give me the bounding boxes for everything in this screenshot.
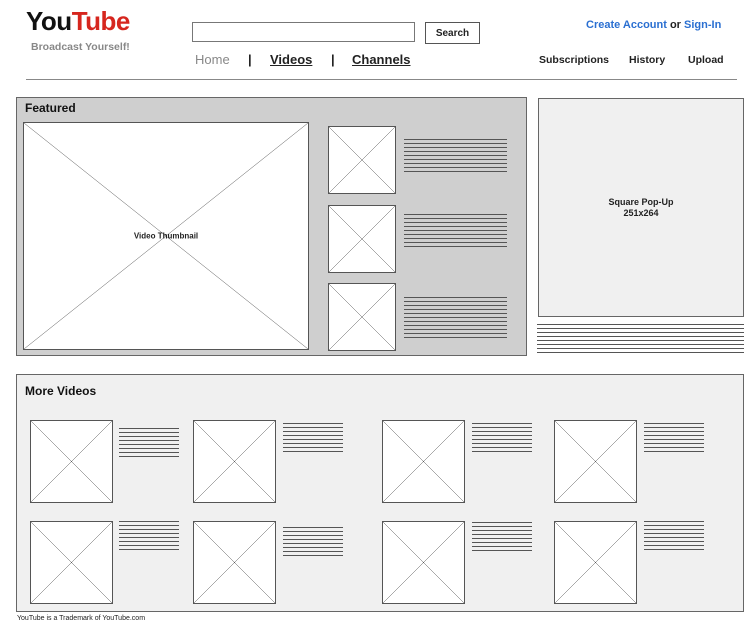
create-account-link[interactable]: Create Account [586,19,667,31]
video-thumbnail[interactable] [382,420,465,503]
search-button[interactable]: Search [425,22,480,44]
thumbnail-placeholder-icon [194,522,275,603]
account-or-text: or [666,19,685,31]
video-thumbnail[interactable] [382,521,465,604]
featured-side-thumbnail[interactable] [328,283,396,351]
ad-label-line1: Square Pop-Up [608,196,674,207]
video-description [119,521,179,553]
ad-description-lines [537,324,744,356]
subscriptions-link[interactable]: Subscriptions [539,54,609,66]
youtube-logo[interactable]: YouTube [26,6,130,37]
featured-video-thumbnail[interactable]: Video Thumbnail [23,122,309,350]
video-thumbnail[interactable] [193,420,276,503]
featured-title: Featured [25,101,76,115]
video-description [119,428,179,460]
thumbnail-placeholder-icon [383,522,464,603]
thumbnail-label: Video Thumbnail [133,231,199,241]
thumbnail-placeholder-icon [555,421,636,502]
video-thumbnail[interactable] [30,420,113,503]
account-links: Create Account or Sign-In [586,19,721,31]
history-link[interactable]: History [629,54,665,66]
nav-separator: | [248,52,252,67]
featured-panel: Featured Video Thumbnail [16,97,527,356]
video-description [283,423,343,455]
ad-label-line2: 251x264 [623,207,659,218]
thumbnail-placeholder-icon [194,421,275,502]
featured-side-description [404,139,507,175]
video-thumbnail[interactable] [30,521,113,604]
video-description [644,423,704,455]
more-videos-title: More Videos [25,384,97,398]
nav-home-link[interactable]: Home [195,52,230,67]
logo-text-you: You [26,6,72,36]
search-input[interactable] [192,22,415,42]
nav-videos-link[interactable]: Videos [270,52,312,67]
ad-size-label: Square Pop-Up 251x264 [539,197,743,219]
thumbnail-placeholder-icon [329,284,395,350]
tagline: Broadcast Yourself! [31,41,130,53]
sign-in-link[interactable]: Sign-In [684,19,721,31]
thumbnail-placeholder-icon [31,421,112,502]
video-thumbnail[interactable] [193,521,276,604]
nav-separator: | [331,52,335,67]
featured-side-description [404,214,507,250]
thumbnail-placeholder-icon [329,127,395,193]
nav-channels-link[interactable]: Channels [352,52,411,67]
featured-side-thumbnail[interactable] [328,205,396,273]
upload-link[interactable]: Upload [688,54,724,66]
square-popup-ad[interactable]: Square Pop-Up 251x264 [538,98,744,317]
video-description [472,522,532,554]
thumbnail-placeholder-icon [329,206,395,272]
thumbnail-placeholder-icon [31,522,112,603]
logo-text-tube: Tube [71,6,131,36]
video-thumbnail[interactable] [554,521,637,604]
featured-side-description [404,297,507,341]
video-description [283,527,343,559]
video-description [472,423,532,455]
video-description [644,521,704,553]
video-thumbnail[interactable] [554,420,637,503]
more-videos-panel: More Videos [16,374,744,612]
thumbnail-placeholder-icon [555,522,636,603]
featured-side-thumbnail[interactable] [328,126,396,194]
footer-trademark: YouTube is a Trademark of YouTube.com [17,615,146,622]
thumbnail-placeholder-icon [383,421,464,502]
header-divider [26,79,737,80]
